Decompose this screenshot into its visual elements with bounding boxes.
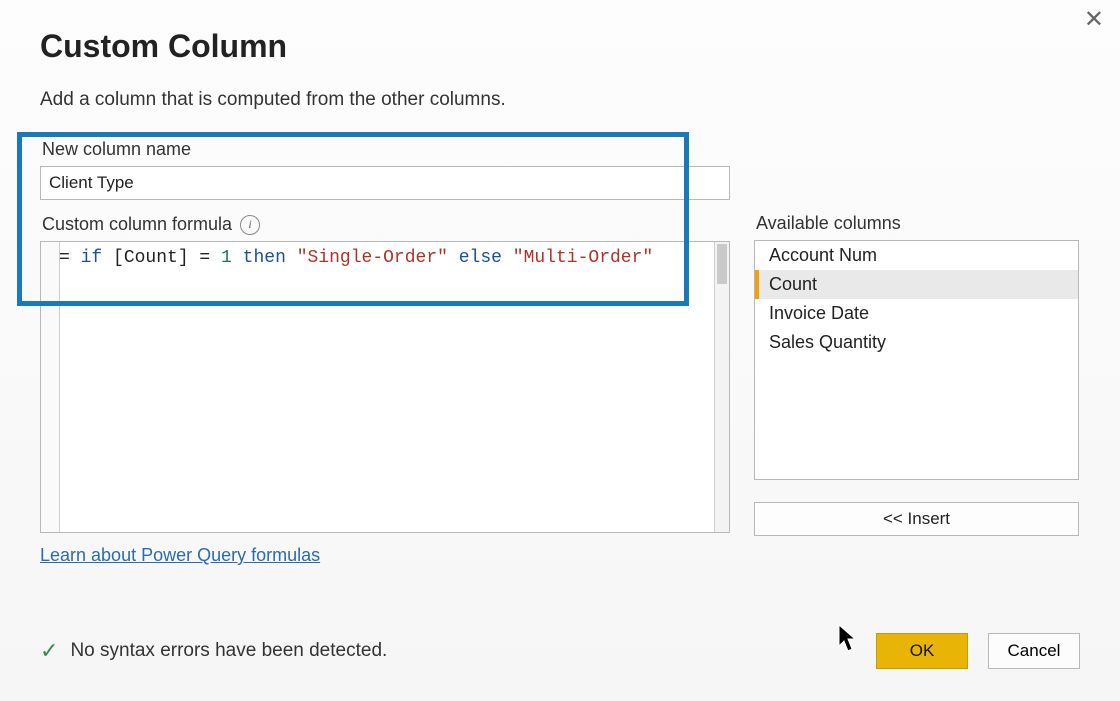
available-column-item[interactable]: Count [755, 270, 1078, 299]
formula-text: = if [Count] = 1 then "Single-Order" els… [59, 246, 713, 271]
available-columns-list[interactable]: Account NumCountInvoice DateSales Quanti… [754, 240, 1079, 480]
formula-token: "Single-Order" [297, 248, 448, 268]
formula-scrollbar[interactable] [714, 242, 729, 532]
formula-token [502, 248, 513, 268]
formula-gutter [41, 242, 60, 532]
custom-column-dialog: ✕ Custom Column Add a column that is com… [0, 0, 1120, 701]
cancel-button[interactable]: Cancel [988, 633, 1080, 669]
new-column-name-block: New column name [40, 139, 730, 200]
left-column: New column name Custom column formula i … [40, 139, 730, 566]
formula-label: Custom column formula [42, 214, 232, 235]
formula-token: then [243, 248, 286, 268]
button-row: OK Cancel [876, 633, 1080, 669]
check-icon: ✓ [40, 640, 58, 662]
formula-label-row: Custom column formula i [42, 214, 730, 235]
insert-button[interactable]: << Insert [754, 502, 1079, 536]
close-icon[interactable]: ✕ [1084, 8, 1104, 32]
ok-button[interactable]: OK [876, 633, 968, 669]
formula-token: if [81, 248, 103, 268]
formula-token: "Multi-Order" [513, 248, 653, 268]
right-column: Available columns Account NumCountInvoic… [754, 139, 1079, 536]
formula-token [232, 248, 243, 268]
dialog-content: Custom Column Add a column that is compu… [0, 0, 1120, 566]
formula-token: = [59, 248, 81, 268]
available-columns-label: Available columns [756, 213, 1079, 234]
dialog-subtitle: Add a column that is computed from the o… [40, 89, 1080, 111]
available-column-item[interactable]: Account Num [755, 241, 1078, 270]
formula-editor[interactable]: = if [Count] = 1 then "Single-Order" els… [40, 241, 730, 533]
dialog-body: New column name Custom column formula i … [40, 139, 1080, 566]
available-column-item[interactable]: Sales Quantity [755, 328, 1078, 357]
info-icon[interactable]: i [240, 215, 260, 235]
formula-token [448, 248, 459, 268]
formula-token: 1 [221, 248, 232, 268]
formula-block: Custom column formula i = if [Count] = 1… [40, 214, 730, 533]
status-text: No syntax errors have been detected. [70, 640, 387, 662]
scrollbar-thumb[interactable] [717, 244, 727, 284]
syntax-status: ✓ No syntax errors have been detected. [40, 640, 387, 662]
learn-link[interactable]: Learn about Power Query formulas [40, 545, 320, 566]
formula-token [286, 248, 297, 268]
available-column-item[interactable]: Invoice Date [755, 299, 1078, 328]
formula-token: else [459, 248, 502, 268]
dialog-title: Custom Column [40, 28, 1080, 65]
new-column-name-label: New column name [42, 139, 730, 160]
dialog-footer: ✓ No syntax errors have been detected. O… [40, 633, 1080, 669]
formula-token: [Count] = [102, 248, 221, 268]
new-column-name-input[interactable] [40, 166, 730, 200]
